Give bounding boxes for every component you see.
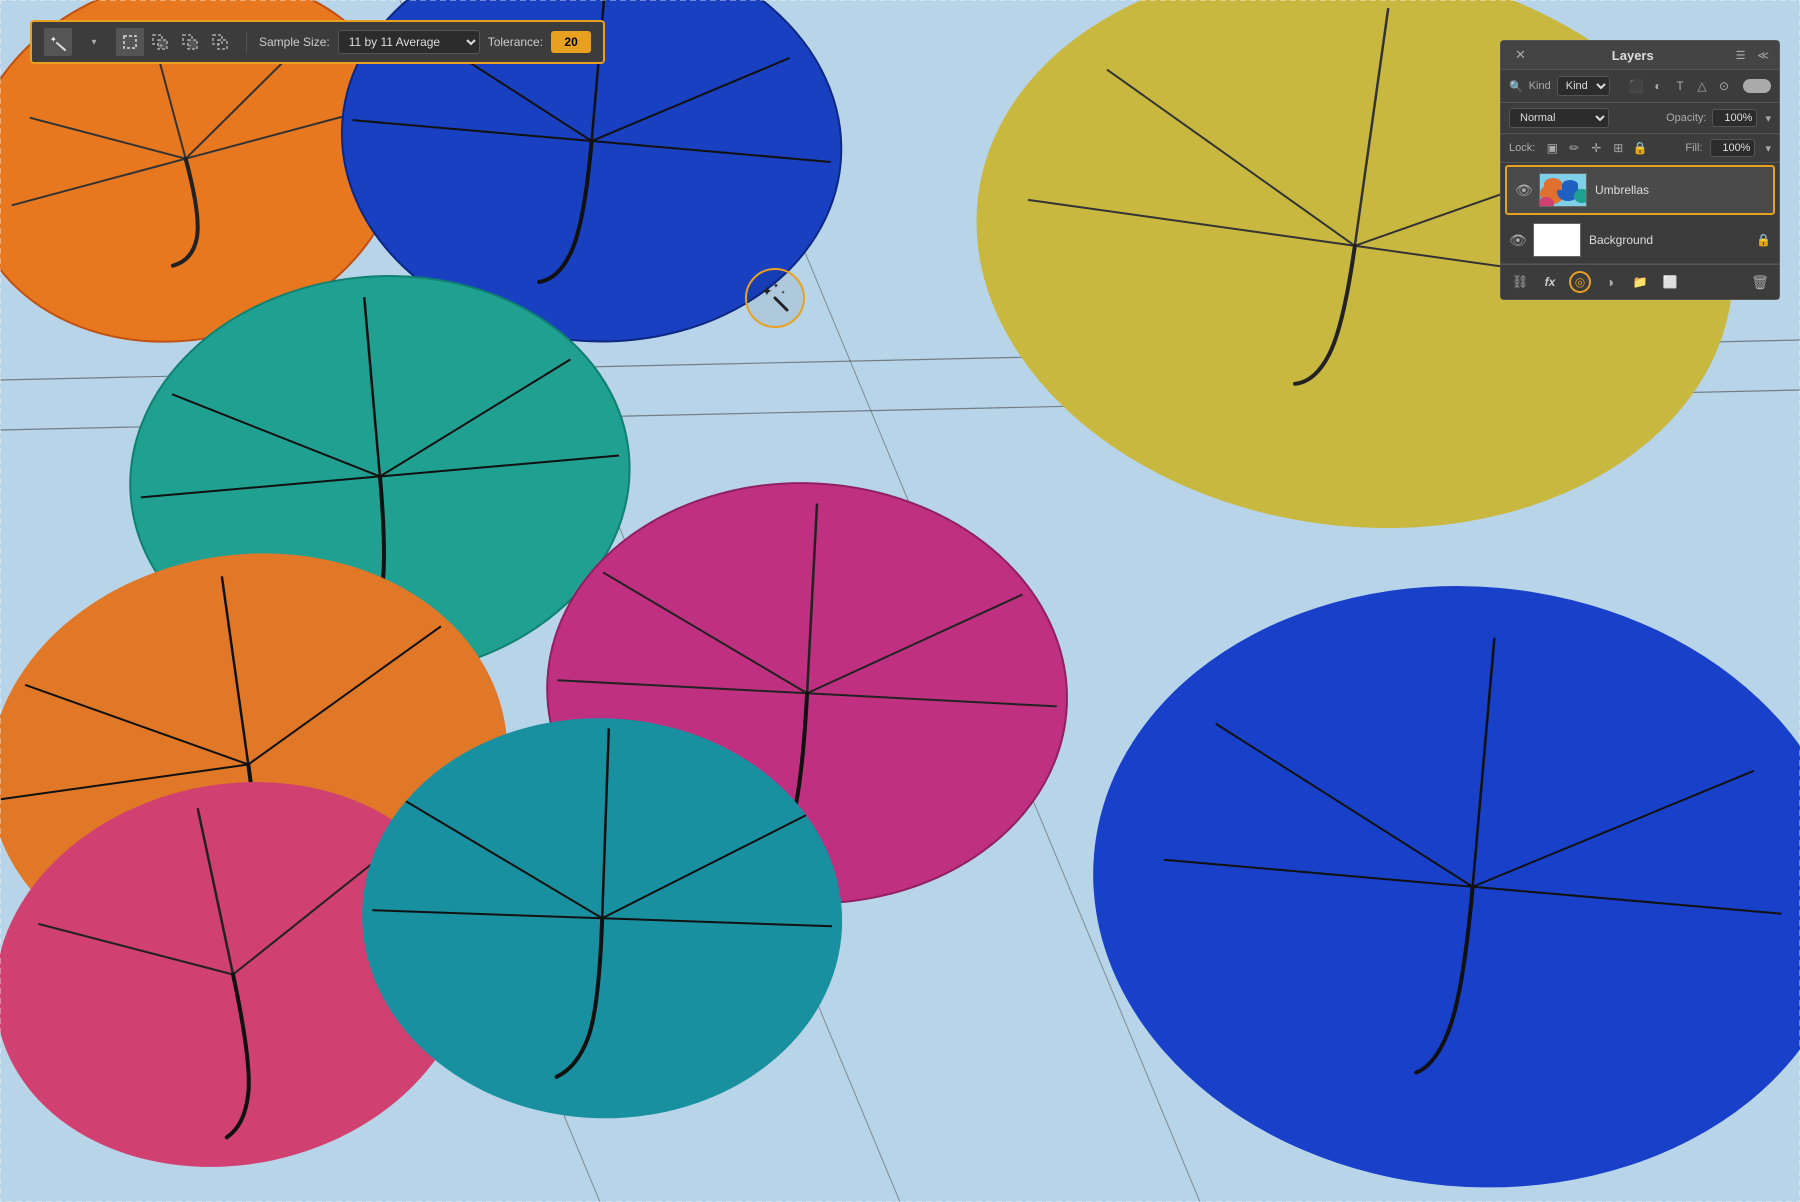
selection-mode-group: + - [116,28,234,56]
cursor-indicator: ✦ ✦ ✦ [745,268,805,328]
lock-all-icon[interactable]: 🔒 [1631,139,1649,157]
lock-artboard-icon[interactable]: ⊞ [1609,139,1627,157]
fill-dropdown-icon[interactable]: ▾ [1765,142,1771,155]
svg-text:+: + [159,43,163,50]
layers-panel: ✕ Layers ☰ ≪ 🔍 Kind Kind ⬛ ◐ T △ ⊙ Norma… [1500,40,1780,300]
link-layers-button[interactable]: ⛓ [1509,271,1531,293]
filter-icons: ⬛ ◐ T △ ⊙ [1627,77,1733,95]
svg-text:✦: ✦ [781,290,785,296]
lock-transparency-icon[interactable]: ▣ [1543,139,1561,157]
svg-text:✦: ✦ [50,35,57,44]
filter-toggle[interactable] [1743,79,1771,93]
fill-label: Fill: [1685,142,1702,154]
new-group-button[interactable]: 📁 [1629,271,1651,293]
filter-kind-select[interactable]: Kind [1557,76,1610,96]
lock-image-icon[interactable]: ✏ [1565,139,1583,157]
toolbar-divider [246,31,247,53]
layer-item-umbrellas[interactable]: 👁 Umbrellas [1505,165,1775,215]
svg-text:✦: ✦ [773,282,779,290]
lock-icons: ▣ ✏ ✛ ⊞ 🔒 [1543,139,1649,157]
layers-blend-row: Normal Opacity: ▾ [1501,103,1779,134]
add-selection-button[interactable]: + [146,28,174,56]
filter-search-icon: 🔍 [1509,80,1523,93]
filter-shape-icon[interactable]: △ [1693,77,1711,95]
layer-item-background[interactable]: 👁 Background 🔒 [1501,217,1779,264]
lock-label: Lock: [1509,142,1535,154]
layers-footer: ⛓ fx ◎ ◑ 📁 ⬜ 🗑 [1501,264,1779,299]
svg-text:✦: ✦ [761,283,773,299]
panel-menu-button[interactable]: ☰ [1736,49,1746,62]
layer-name-umbrellas: Umbrellas [1595,183,1765,197]
new-layer-button[interactable]: ⬜ [1659,271,1681,293]
panel-close-button[interactable]: ✕ [1511,47,1530,63]
layer-thumbnail-umbrellas [1539,173,1587,207]
fill-input[interactable] [1710,139,1755,157]
layers-lock-row: Lock: ▣ ✏ ✛ ⊞ 🔒 Fill: ▾ [1501,134,1779,163]
opacity-dropdown-icon[interactable]: ▾ [1765,112,1771,125]
layer-lock-icon: 🔒 [1756,233,1771,247]
layers-filter-row: 🔍 Kind Kind ⬛ ◐ T △ ⊙ [1501,70,1779,103]
opacity-input[interactable] [1712,109,1757,127]
layer-visibility-umbrellas[interactable]: 👁 [1515,182,1531,199]
layers-panel-header: ✕ Layers ☰ ≪ [1501,41,1779,70]
tolerance-label: Tolerance: [488,35,543,49]
new-fill-adjustment-button[interactable]: ◑ [1599,271,1621,293]
lock-position-icon[interactable]: ✛ [1587,139,1605,157]
filter-pixel-icon[interactable]: ⬛ [1627,77,1645,95]
filter-kind-label: Kind [1529,80,1551,92]
layer-effects-button[interactable]: fx [1539,271,1561,293]
add-mask-button[interactable]: ◎ [1569,271,1591,293]
toolbar: ✦ ▾ + - [30,20,605,64]
filter-adjustment-icon[interactable]: ◐ [1649,77,1667,95]
subtract-selection-button[interactable]: - [176,28,204,56]
sample-size-label: Sample Size: [259,35,330,49]
layer-visibility-background[interactable]: 👁 [1509,232,1525,249]
opacity-label: Opacity: [1666,112,1706,124]
filter-smart-icon[interactable]: ⊙ [1715,77,1733,95]
delete-layer-button[interactable]: 🗑 [1749,271,1771,293]
blend-mode-select[interactable]: Normal [1509,108,1609,128]
magic-wand-tool-button[interactable]: ✦ [44,28,72,56]
intersect-selection-button[interactable] [206,28,234,56]
tool-dropdown-button[interactable]: ▾ [80,28,108,56]
layer-name-background: Background [1589,233,1748,247]
panel-expand-button[interactable]: ≪ [1757,49,1769,62]
layer-thumbnail-background [1533,223,1581,257]
sample-size-select[interactable]: Point Sample3 by 3 Average5 by 5 Average… [338,30,480,54]
magic-wand-icon: ✦ ✦ ✦ [759,282,791,314]
new-selection-button[interactable] [116,28,144,56]
layers-panel-title: Layers [1612,48,1654,63]
panel-header-icons: ☰ ≪ [1736,49,1769,62]
filter-type-icon[interactable]: T [1671,77,1689,95]
tolerance-input[interactable] [551,31,591,53]
